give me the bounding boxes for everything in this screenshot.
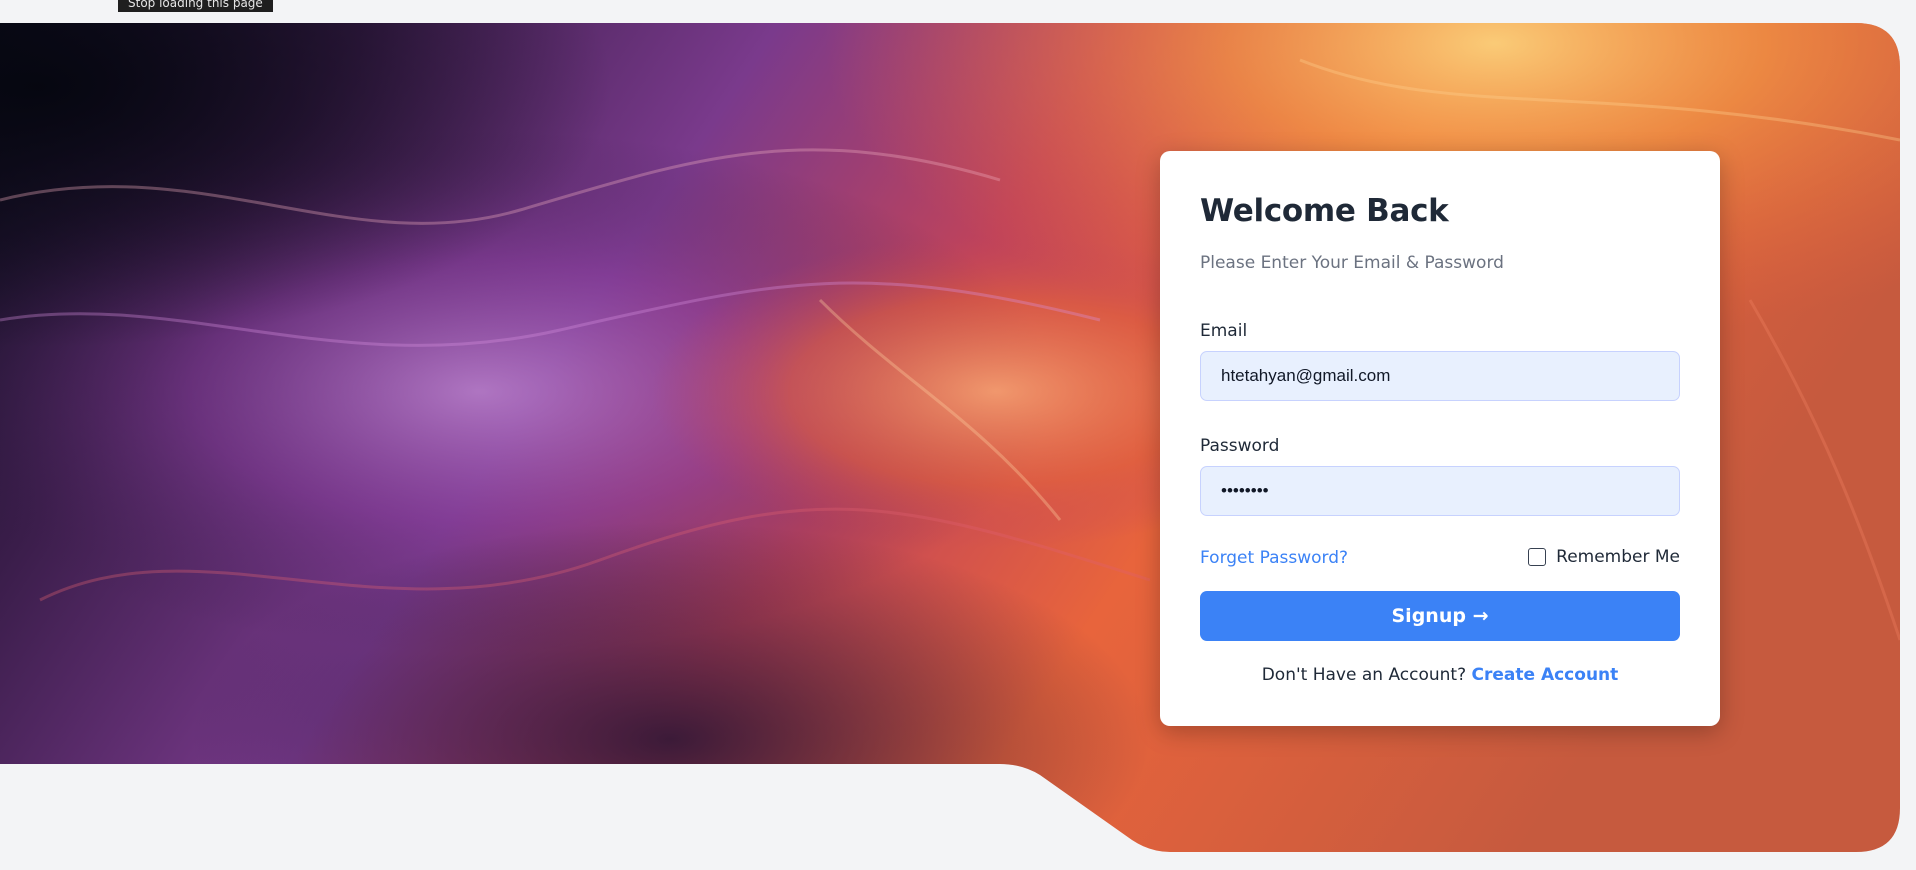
email-label: Email — [1200, 321, 1248, 341]
email-field[interactable] — [1200, 351, 1680, 401]
stop-loading-tooltip: Stop loading this page — [118, 0, 273, 12]
signup-button[interactable]: Signup → — [1200, 591, 1680, 641]
remember-me: Remember Me — [1528, 547, 1680, 567]
create-account-link[interactable]: Create Account — [1472, 665, 1619, 685]
login-card: Welcome Back Please Enter Your Email & P… — [1160, 151, 1720, 726]
password-field[interactable] — [1200, 466, 1680, 516]
forgot-password-link[interactable]: Forget Password? — [1200, 548, 1348, 568]
login-title: Welcome Back — [1200, 193, 1449, 229]
remember-me-checkbox[interactable] — [1528, 548, 1547, 566]
no-account-text: Don't Have an Account? — [1261, 665, 1472, 685]
remember-me-label: Remember Me — [1556, 547, 1680, 567]
password-label: Password — [1200, 436, 1280, 456]
login-subtitle: Please Enter Your Email & Password — [1200, 253, 1504, 273]
create-account-row: Don't Have an Account? Create Account — [1200, 665, 1680, 685]
